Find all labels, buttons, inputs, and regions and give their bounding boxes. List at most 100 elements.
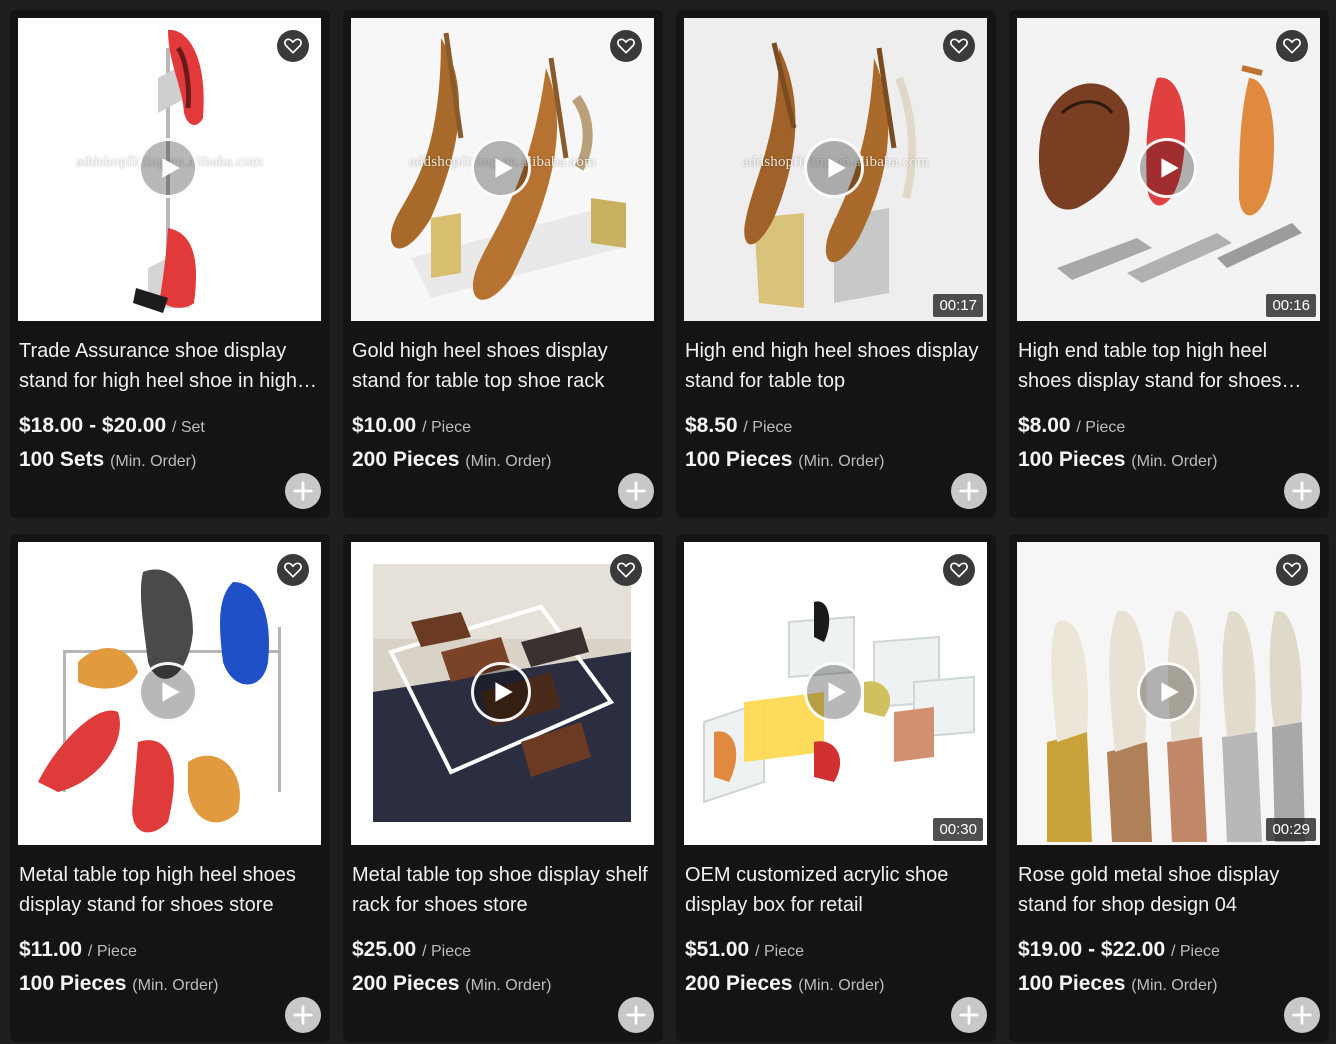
product-thumbnail[interactable]: addshopfitting.en.alibaba.com: [18, 18, 321, 321]
play-video-button[interactable]: [804, 138, 864, 198]
favorite-button[interactable]: [1276, 554, 1308, 586]
plus-icon: [959, 481, 979, 501]
product-title[interactable]: Rose gold metal shoe display stand for s…: [1018, 860, 1320, 920]
price-unit: / Piece: [87, 943, 137, 960]
moq-value: 100 Pieces: [1018, 448, 1126, 471]
price-range: $10.00 / Piece: [352, 414, 471, 438]
play-video-button[interactable]: [138, 662, 198, 722]
play-video-button[interactable]: [804, 662, 864, 722]
price-value: $25.00: [352, 938, 417, 961]
min-order: 200 Pieces (Min. Order): [352, 972, 552, 996]
price-value: $19.00 - $22.00: [1018, 938, 1166, 961]
product-card[interactable]: 00:16 High end table top high heel shoes…: [1009, 10, 1329, 518]
price-range: $8.50 / Piece: [685, 414, 792, 438]
plus-icon: [293, 1005, 313, 1025]
play-video-button[interactable]: [1137, 138, 1197, 198]
price-unit: / Piece: [422, 943, 471, 960]
play-video-button[interactable]: [471, 662, 531, 722]
heart-icon: [284, 38, 302, 54]
play-video-button[interactable]: [471, 138, 531, 198]
add-to-compare-button[interactable]: [1284, 997, 1320, 1033]
product-card[interactable]: 00:30 OEM customized acrylic shoe displa…: [676, 534, 996, 1042]
price-value: $18.00 - $20.00: [19, 414, 167, 437]
moq-note: (Min. Order): [465, 977, 552, 994]
price-unit: / Piece: [743, 419, 793, 436]
product-title[interactable]: High end high heel shoes display stand f…: [685, 336, 987, 396]
video-duration: 00:29: [1266, 818, 1316, 841]
product-thumbnail[interactable]: 00:30: [684, 542, 987, 845]
favorite-button[interactable]: [277, 554, 309, 586]
play-icon: [828, 158, 846, 178]
moq-value: 200 Pieces: [352, 448, 460, 471]
product-thumbnail[interactable]: 00:29: [1017, 542, 1320, 845]
moq-value: 200 Pieces: [352, 972, 460, 995]
price-unit: / Piece: [755, 943, 804, 960]
product-thumbnail[interactable]: [351, 542, 654, 845]
play-icon: [828, 682, 846, 702]
product-card[interactable]: Metal table top high heel shoes display …: [10, 534, 330, 1042]
heart-icon: [950, 562, 968, 578]
product-title[interactable]: Metal table top high heel shoes display …: [19, 860, 321, 920]
add-to-compare-button[interactable]: [285, 473, 321, 509]
moq-note: (Min. Order): [1131, 977, 1218, 994]
play-video-button[interactable]: [1137, 662, 1197, 722]
favorite-button[interactable]: [943, 30, 975, 62]
play-icon: [495, 158, 513, 178]
price-unit: / Piece: [1170, 943, 1220, 960]
add-to-compare-button[interactable]: [951, 473, 987, 509]
play-icon: [162, 682, 180, 702]
min-order: 100 Pieces (Min. Order): [685, 448, 885, 472]
moq-value: 100 Sets: [19, 448, 105, 471]
add-to-compare-button[interactable]: [1284, 473, 1320, 509]
price-range: $18.00 - $20.00 / Set: [19, 414, 205, 438]
min-order: 100 Pieces (Min. Order): [1018, 448, 1218, 472]
product-card[interactable]: Metal table top shoe display shelf rack …: [343, 534, 663, 1042]
plus-icon: [1292, 1005, 1312, 1025]
plus-icon: [1292, 481, 1312, 501]
favorite-button[interactable]: [610, 30, 642, 62]
price-range: $19.00 - $22.00 / Piece: [1018, 938, 1220, 962]
price-value: $10.00: [352, 414, 417, 437]
product-thumbnail[interactable]: 00:16: [1017, 18, 1320, 321]
price-value: $8.00: [1018, 414, 1071, 437]
add-to-compare-button[interactable]: [618, 473, 654, 509]
play-icon: [1161, 158, 1179, 178]
product-card[interactable]: addshopfitting.en.alibaba.com Trade Assu…: [10, 10, 330, 518]
price-unit: / Piece: [422, 419, 471, 436]
moq-note: (Min. Order): [465, 453, 552, 470]
favorite-button[interactable]: [943, 554, 975, 586]
min-order: 200 Pieces (Min. Order): [352, 448, 552, 472]
price-value: $51.00: [685, 938, 750, 961]
price-range: $11.00 / Piece: [19, 938, 137, 962]
favorite-button[interactable]: [277, 30, 309, 62]
product-thumbnail[interactable]: addshopfitting.en.alibaba.com: [351, 18, 654, 321]
product-card[interactable]: 00:29 Rose gold metal shoe display stand…: [1009, 534, 1329, 1042]
heart-icon: [1283, 38, 1301, 54]
min-order: 100 Pieces (Min. Order): [1018, 972, 1218, 996]
product-title[interactable]: Gold high heel shoes display stand for t…: [352, 336, 654, 396]
favorite-button[interactable]: [1276, 30, 1308, 62]
video-duration: 00:30: [933, 818, 983, 841]
product-title[interactable]: High end table top high heel shoes displ…: [1018, 336, 1320, 396]
play-video-button[interactable]: [138, 138, 198, 198]
moq-note: (Min. Order): [798, 453, 885, 470]
product-thumbnail[interactable]: [18, 542, 321, 845]
heart-icon: [284, 562, 302, 578]
add-to-compare-button[interactable]: [285, 997, 321, 1033]
moq-note: (Min. Order): [798, 977, 885, 994]
favorite-button[interactable]: [610, 554, 642, 586]
product-grid: addshopfitting.en.alibaba.com Trade Assu…: [0, 0, 1336, 1044]
plus-icon: [293, 481, 313, 501]
add-to-compare-button[interactable]: [618, 997, 654, 1033]
product-title[interactable]: Metal table top shoe display shelf rack …: [352, 860, 654, 920]
product-title[interactable]: OEM customized acrylic shoe display box …: [685, 860, 987, 920]
moq-note: (Min. Order): [1131, 453, 1218, 470]
product-card[interactable]: addshopfitting.en.alibaba.com Gold high …: [343, 10, 663, 518]
product-thumbnail[interactable]: addshopfitting.en.alibaba.com 00:17: [684, 18, 987, 321]
price-range: $25.00 / Piece: [352, 938, 471, 962]
product-title[interactable]: Trade Assurance shoe display stand for h…: [19, 336, 321, 396]
play-icon: [1161, 682, 1179, 702]
play-icon: [162, 158, 180, 178]
product-card[interactable]: addshopfitting.en.alibaba.com 00:17 High…: [676, 10, 996, 518]
add-to-compare-button[interactable]: [951, 997, 987, 1033]
